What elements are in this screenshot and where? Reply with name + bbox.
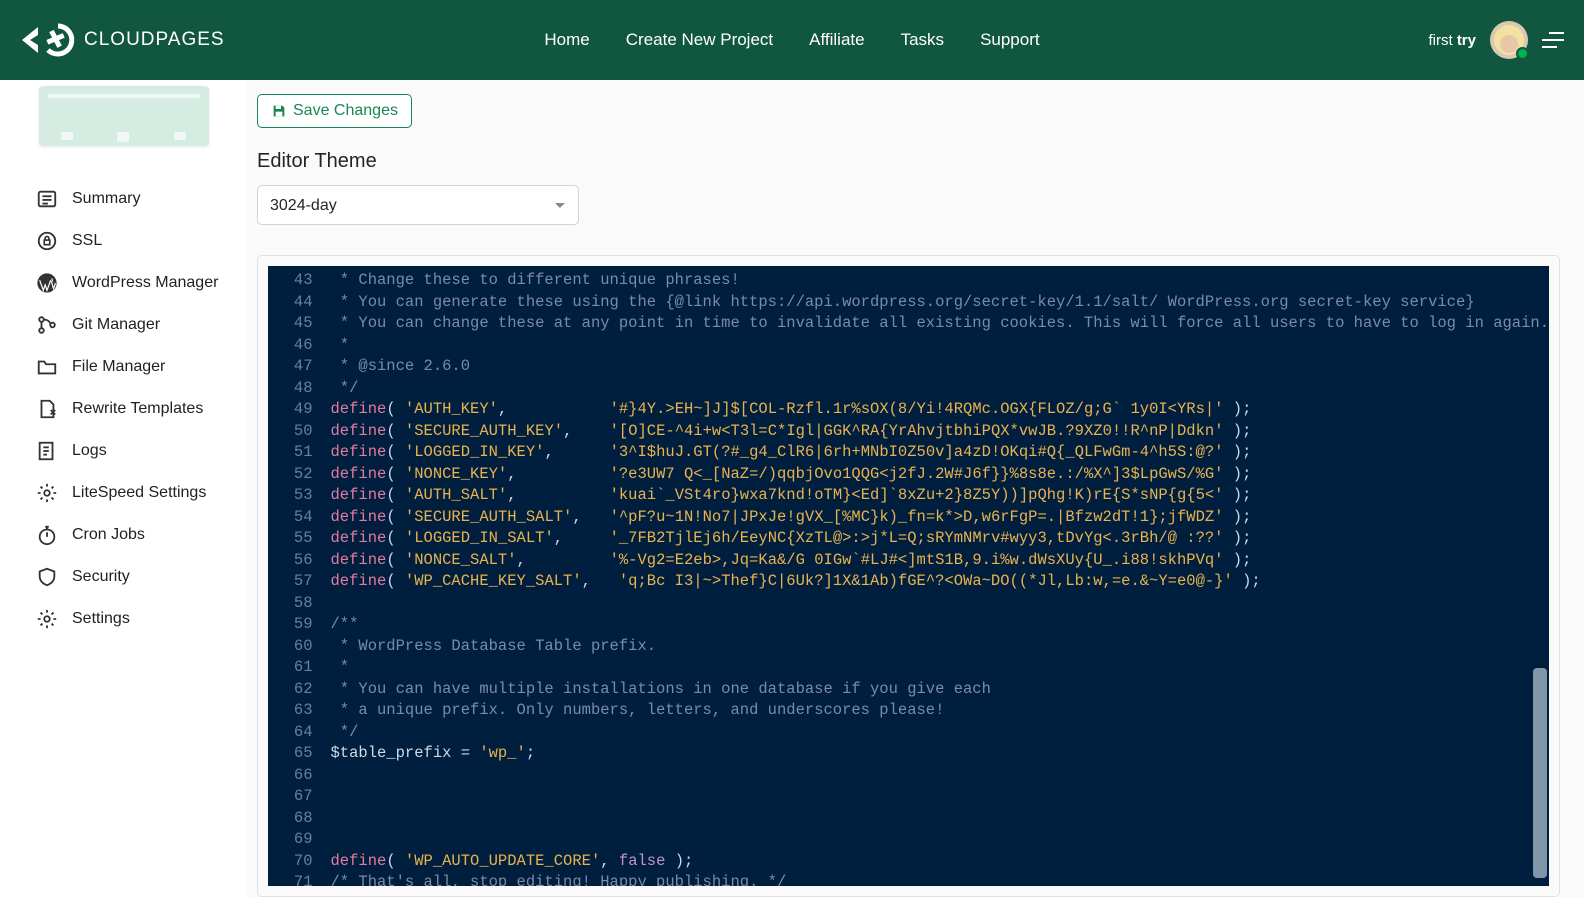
sidebar-item-label: SSL [72,232,102,250]
save-icon [271,103,287,119]
sidebar-item-label: File Manager [72,358,165,376]
save-button-label: Save Changes [293,102,398,120]
code-editor[interactable]: 43 44 45 46 47 48 49 50 51 52 53 54 55 5… [268,266,1549,886]
sidebar-item-cron[interactable]: Cron Jobs [0,514,247,556]
scroll-thumb[interactable] [1533,668,1547,878]
folder-icon [36,356,58,378]
logs-icon [36,440,58,462]
settings-icon [36,608,58,630]
brand-logo[interactable]: CLOUDPAGES [20,19,225,61]
stopwatch-icon [36,524,58,546]
sidebar-item-git[interactable]: Git Manager [0,304,247,346]
online-status-dot [1516,47,1529,60]
editor-code[interactable]: * Change these to different unique phras… [321,266,1550,886]
main-content: Save Changes Editor Theme 3024-day 43 44… [247,80,1584,897]
sidebar-item-label: Git Manager [72,316,160,334]
wordpress-icon [36,272,58,294]
save-changes-button[interactable]: Save Changes [257,94,412,128]
lock-icon [36,230,58,252]
sidebar-item-litespeed[interactable]: LiteSpeed Settings [0,472,247,514]
sidebar: Summary SSL WordPress Manager Git Manage… [0,80,247,897]
sidebar-item-summary[interactable]: Summary [0,178,247,220]
sidebar-item-file-manager[interactable]: File Manager [0,346,247,388]
shield-icon [36,566,58,588]
nav-home[interactable]: Home [544,30,589,50]
editor-theme-select[interactable]: 3024-day [257,185,579,225]
sidebar-item-rewrite[interactable]: Rewrite Templates [0,388,247,430]
sidebar-item-wordpress[interactable]: WordPress Manager [0,262,247,304]
cloudpages-logo-icon [20,19,80,61]
editor-theme-label: Editor Theme [257,150,1560,173]
sidebar-item-label: Logs [72,442,107,460]
site-thumbnail[interactable] [39,86,209,146]
sidebar-item-settings[interactable]: Settings [0,598,247,640]
sidebar-item-label: Cron Jobs [72,526,145,544]
user-avatar[interactable] [1490,21,1528,59]
brand-name: CLOUDPAGES [84,29,225,51]
nav-affiliate[interactable]: Affiliate [809,30,864,50]
sidebar-item-label: WordPress Manager [72,274,218,292]
top-bar: CLOUDPAGES Home Create New Project Affil… [0,0,1584,80]
user-label: first try [1428,32,1476,49]
gear-icon [36,482,58,504]
git-icon [36,314,58,336]
top-nav: Home Create New Project Affiliate Tasks … [544,30,1039,50]
template-icon [36,398,58,420]
editor-scrollbar[interactable] [1533,270,1547,882]
sidebar-item-label: Security [72,568,130,586]
nav-create[interactable]: Create New Project [626,30,773,50]
editor-container: 43 44 45 46 47 48 49 50 51 52 53 54 55 5… [257,255,1560,897]
settings-toggle-icon[interactable] [1542,32,1564,48]
sidebar-item-logs[interactable]: Logs [0,430,247,472]
editor-gutter: 43 44 45 46 47 48 49 50 51 52 53 54 55 5… [268,266,321,886]
nav-support[interactable]: Support [980,30,1040,50]
sidebar-item-label: Rewrite Templates [72,400,203,418]
sidebar-item-label: Settings [72,610,130,628]
summary-icon [36,188,58,210]
sidebar-item-label: Summary [72,190,140,208]
nav-tasks[interactable]: Tasks [901,30,944,50]
sidebar-item-security[interactable]: Security [0,556,247,598]
sidebar-item-ssl[interactable]: SSL [0,220,247,262]
sidebar-item-label: LiteSpeed Settings [72,484,206,502]
